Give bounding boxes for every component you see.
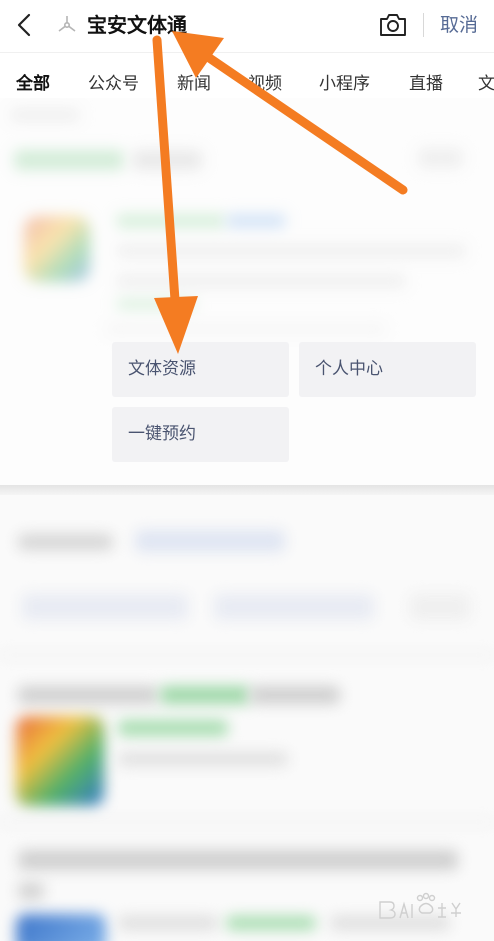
category-tabs: 全部 公众号 新闻 视频 小程序 直播 文	[0, 52, 494, 99]
cancel-button[interactable]: 取消	[440, 10, 478, 40]
mini-program-icon	[58, 16, 76, 32]
baidu-jingyan-watermark	[379, 892, 461, 919]
service-button-one-click-booking[interactable]: 一键预约	[112, 407, 289, 462]
tab-live[interactable]: 直播	[409, 73, 443, 95]
service-button-culture-resources[interactable]: 文体资源	[112, 342, 289, 397]
search-header: 宝安文体通 取消	[0, 0, 494, 52]
camera-icon[interactable]	[378, 12, 408, 38]
card-divider-shadow	[0, 485, 494, 495]
mini-program-result-card: 文体资源 个人中心 一键预约	[0, 98, 494, 485]
tab-official-accounts[interactable]: 公众号	[88, 73, 139, 95]
service-button-personal-center[interactable]: 个人中心	[299, 342, 476, 397]
back-arrow-icon[interactable]	[14, 12, 36, 38]
tab-mini-programs[interactable]: 小程序	[319, 73, 370, 95]
tab-video[interactable]: 视频	[248, 73, 282, 95]
tab-all[interactable]: 全部	[16, 73, 50, 95]
search-query-text[interactable]: 宝安文体通	[87, 10, 187, 40]
tab-more-truncated[interactable]: 文	[478, 73, 494, 95]
tab-news[interactable]: 新闻	[177, 73, 211, 95]
header-divider	[423, 13, 424, 37]
